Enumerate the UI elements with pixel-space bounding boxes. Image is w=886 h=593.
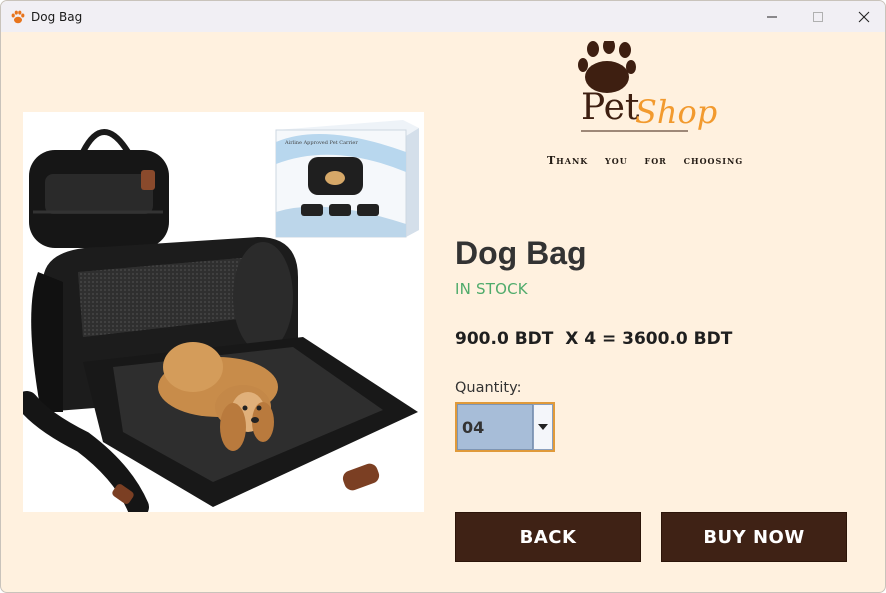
svg-text:Airline Approved Pet Carrier: Airline Approved Pet Carrier — [284, 140, 358, 146]
maximize-button[interactable] — [795, 1, 841, 32]
minimize-icon — [767, 16, 777, 17]
pet-shop-logo: Pet Shop — [578, 41, 717, 132]
product-title: Dog Bag — [455, 235, 587, 271]
quantity-value[interactable]: 04 — [457, 404, 533, 450]
app-window: Dog Bag Airline Approved Pet Carrier Pet… — [0, 0, 886, 593]
maximize-icon — [813, 11, 823, 22]
minimize-button[interactable] — [749, 1, 795, 32]
price-summary: 900.0 BDT X 4 = 3600.0 BDT — [455, 329, 733, 349]
window-title: Dog Bag — [31, 10, 83, 24]
chevron-down-icon — [538, 424, 548, 430]
paw-icon — [11, 10, 25, 24]
buy-now-button[interactable]: BUY NOW — [661, 512, 847, 562]
title-bar: Dog Bag — [1, 1, 885, 32]
stock-status: IN STOCK — [455, 280, 528, 298]
product-image: Airline Approved Pet Carrier — [23, 112, 424, 512]
paw-logo-icon — [578, 41, 636, 93]
quantity-label: Quantity: — [455, 380, 522, 396]
thank-you-tagline: Thank you for choosing — [547, 154, 744, 167]
close-icon — [858, 11, 870, 22]
dropdown-arrow-button[interactable] — [533, 404, 553, 450]
close-button[interactable] — [841, 1, 885, 32]
back-button[interactable]: BACK — [455, 512, 641, 562]
svg-text:Pet: Pet — [581, 87, 640, 128]
product-box-illustration: Airline Approved Pet Carrier — [275, 120, 419, 238]
svg-text:Shop: Shop — [635, 93, 717, 131]
quantity-dropdown[interactable]: 04 — [455, 402, 555, 452]
